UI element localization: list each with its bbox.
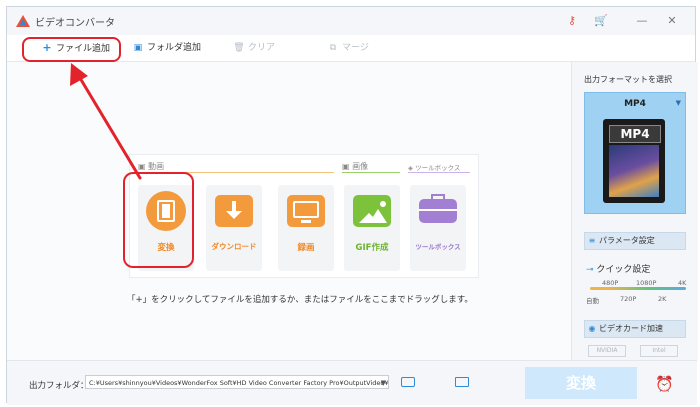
format-thumb-label: MP4 xyxy=(609,125,661,143)
trash-icon: 🗑 xyxy=(233,43,245,53)
merge-button[interactable]: ⧉ マージ xyxy=(327,40,369,56)
toolbox-tile[interactable]: ツールボックス xyxy=(410,185,466,271)
title-bar: ビデオコンバータ ⚷ 🛒 — ✕ xyxy=(7,7,695,36)
dropdown-arrow-icon: ▼ xyxy=(675,99,681,107)
key-icon[interactable]: ⚷ xyxy=(563,12,581,30)
quality-480p: 480P xyxy=(602,279,619,287)
preview-folder-icon[interactable] xyxy=(455,377,469,387)
app-logo-icon xyxy=(16,15,30,27)
gif-tile-label: GIF作成 xyxy=(355,243,389,253)
clear-button[interactable]: 🗑 クリア xyxy=(233,40,275,56)
format-selector[interactable]: MP4 ▼ MP4 xyxy=(584,92,686,214)
output-format-title: 出力フォーマットを選択 xyxy=(584,75,672,84)
download-tile[interactable]: ダウンロード xyxy=(206,185,262,271)
toolbox-tile-label: ツールボックス xyxy=(415,243,461,251)
annotation-box-add-file xyxy=(22,37,121,62)
window-title: ビデオコンバータ xyxy=(35,18,115,29)
intel-badge: Intel xyxy=(640,345,678,357)
nvidia-badge: NVIDIA xyxy=(588,345,626,357)
merge-icon: ⧉ xyxy=(329,43,337,53)
section-video-label: ▣ 動画 xyxy=(138,162,165,171)
gif-tile[interactable]: GIF作成 xyxy=(344,185,400,271)
app-window: ビデオコンバータ ⚷ 🛒 — ✕ + ファイル追加 ▣ フォルダ追加 🗑 クリア ⧉ マ… xyxy=(6,6,698,405)
sliders-icon: ≡ xyxy=(588,236,596,245)
close-button[interactable]: ✕ xyxy=(663,12,681,30)
toolbox-icon xyxy=(419,194,457,223)
quality-slider[interactable] xyxy=(590,287,686,290)
quality-2k: 2K xyxy=(658,295,667,303)
gpu-icon: ◉ xyxy=(588,324,596,333)
clear-label: クリア xyxy=(248,43,276,53)
drop-hint: 「+」をクリックしてファイルを追加するか、またはファイルをここまでドラッグします… xyxy=(127,295,473,305)
record-tile[interactable]: 録画 xyxy=(278,185,334,271)
format-name: MP4 xyxy=(624,99,646,109)
quality-1080p: 1080P xyxy=(636,279,657,287)
format-thumbnail: MP4 xyxy=(603,119,665,203)
parameter-settings-button[interactable]: ≡ パラメータ設定 xyxy=(584,232,686,250)
section-image-line xyxy=(342,172,400,173)
drop-area[interactable]: ▣ 動画 ▣ 画像 ◈ ツールボックス 変換 ダウンロード 録画 GIF作成 ツ… xyxy=(7,62,571,360)
output-folder-label: 出力フォルダ： xyxy=(29,381,89,391)
gif-image-icon xyxy=(353,195,391,227)
alarm-clock-icon[interactable]: ⏰ xyxy=(655,375,674,393)
add-folder-button[interactable]: ▣ フォルダ追加 xyxy=(132,40,201,56)
chevron-down-icon[interactable]: ▼ xyxy=(381,376,386,388)
bottom-bar: 出力フォルダ： C:¥Users¥shinnyou¥Videos¥WonderF… xyxy=(7,360,697,405)
open-folder-icon[interactable] xyxy=(401,377,415,387)
cart-icon[interactable]: 🛒 xyxy=(592,12,610,30)
output-sidebar: 出力フォーマットを選択 MP4 ▼ MP4 ≡ パラメータ設定 ⊸ クイック設定 … xyxy=(571,62,698,360)
gpu-acceleration-button[interactable]: ◉ ビデオカード加速 xyxy=(584,320,686,338)
folder-icon: ▣ xyxy=(133,43,143,53)
quality-4k: 4K xyxy=(678,279,687,287)
quick-icon: ⊸ xyxy=(586,265,594,275)
section-image-label: ▣ 画像 xyxy=(342,162,369,171)
quality-720p: 720P xyxy=(620,295,637,303)
quick-settings-title: ⊸ クイック設定 xyxy=(586,265,651,275)
balloon-image xyxy=(609,145,659,197)
download-tile-label: ダウンロード xyxy=(211,242,257,251)
minimize-button[interactable]: — xyxy=(633,12,651,30)
convert-button[interactable]: 変換 xyxy=(525,367,637,399)
quality-auto: 自動 xyxy=(586,297,599,305)
screen-record-icon xyxy=(287,195,325,227)
record-tile-label: 録画 xyxy=(297,243,315,253)
annotation-box-convert xyxy=(123,172,194,268)
add-folder-label: フォルダ追加 xyxy=(147,43,202,53)
output-path-text: C:¥Users¥shinnyou¥Videos¥WonderFox Soft¥… xyxy=(89,379,389,387)
output-folder-field[interactable]: C:¥Users¥shinnyou¥Videos¥WonderFox Soft¥… xyxy=(85,375,389,389)
download-icon xyxy=(215,195,253,227)
section-toolbox-label: ◈ ツールボックス xyxy=(408,164,461,172)
section-toolbox-line xyxy=(408,172,470,173)
merge-label: マージ xyxy=(342,43,369,53)
